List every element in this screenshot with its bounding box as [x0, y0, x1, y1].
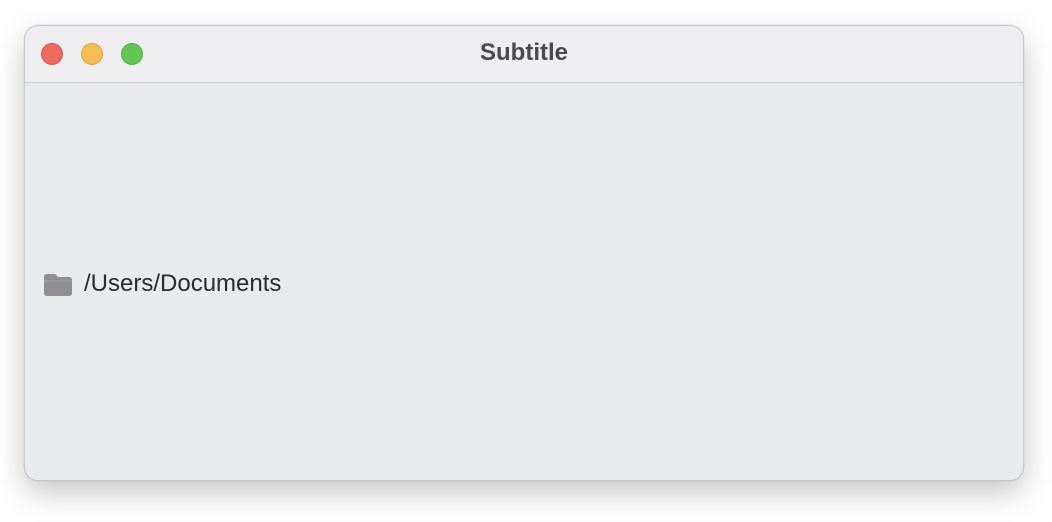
app-window: Subtitle /Users/Documents — [24, 25, 1024, 481]
folder-icon — [42, 271, 74, 297]
desktop: Subtitle /Users/Documents — [0, 0, 1052, 522]
window-content: /Users/Documents — [25, 83, 1023, 480]
title-bar: Subtitle — [25, 26, 1023, 83]
path-label: /Users/Documents — [84, 270, 282, 297]
window-title: Subtitle — [480, 39, 568, 66]
path-control[interactable]: /Users/Documents — [42, 268, 281, 300]
